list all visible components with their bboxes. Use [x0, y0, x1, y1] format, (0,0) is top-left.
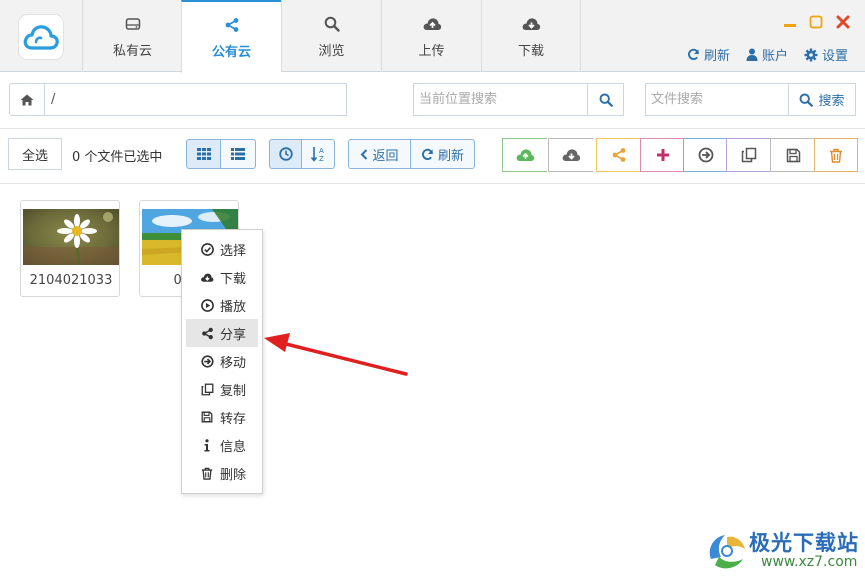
watermark-title: 极光下载站: [749, 530, 859, 555]
watermark-logo-icon: [709, 535, 745, 569]
annotation-arrow: [264, 333, 408, 376]
app-window: 私有云 公有云 浏览 上传 下载 刷新 账户 设置 / 当前位置搜索 文件搜索 …: [0, 0, 865, 580]
watermark-url: www.xz7.com: [761, 554, 858, 570]
watermark: 极光下载站 www.xz7.com: [705, 525, 863, 573]
